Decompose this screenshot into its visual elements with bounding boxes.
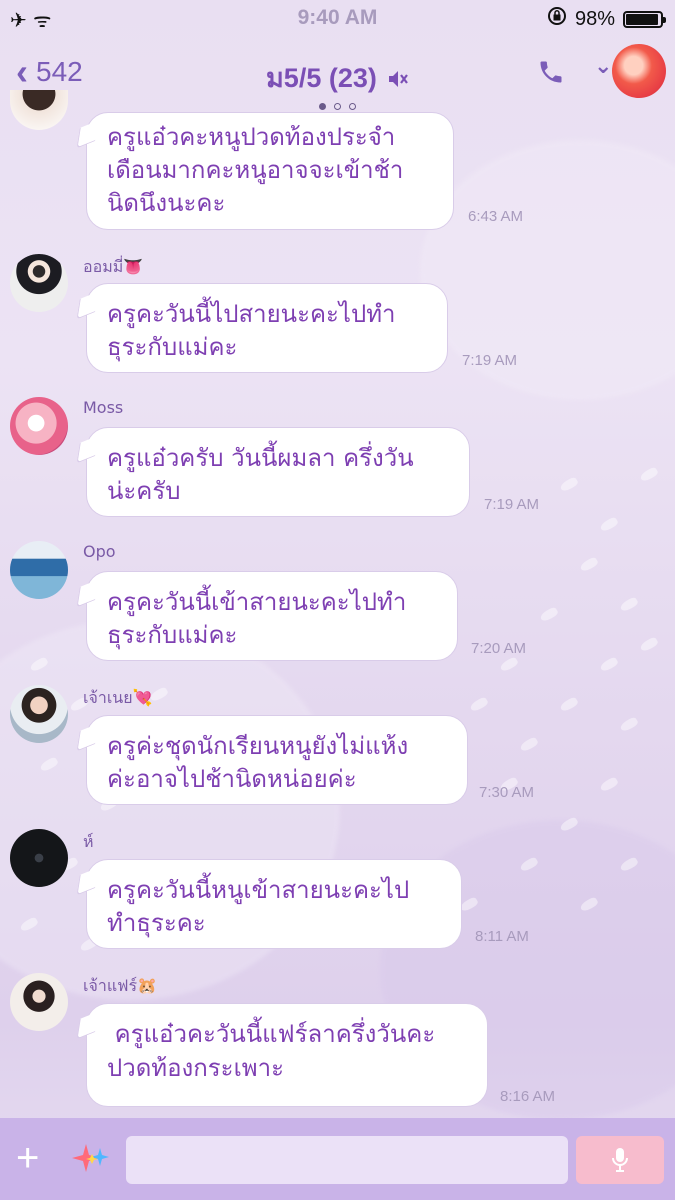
profile-avatar[interactable] — [612, 44, 666, 98]
message-bubble[interactable]: ครูคะวันนี้ไปสายนะคะไปทำ ธุระกับแม่คะ — [86, 283, 448, 373]
message-text: ครูคะวันนี้เข้าสายนะคะไปทำ ธุระกับแม่คะ — [107, 588, 407, 649]
fish-decoration — [558, 476, 580, 493]
avatar[interactable] — [10, 829, 68, 887]
battery-percent: 98% — [574, 7, 615, 30]
rotation-lock-icon — [547, 6, 567, 32]
avatar[interactable] — [10, 541, 68, 599]
message-time: 7:19 AM — [462, 352, 518, 369]
chat-title[interactable]: ม5/5 (23) — [0, 56, 675, 99]
microphone-icon — [612, 1148, 628, 1172]
fish-decoration — [618, 596, 640, 613]
sparkle-icon[interactable] — [70, 1140, 116, 1186]
message-bubble[interactable]: ครูแอ๋วคะหนูปวดท้องประจำ เดือนมากคะหนูอา… — [86, 112, 454, 230]
message-bubble[interactable]: ครูค่ะชุดนักเรียนหนูยังไม่แห้ง ค่ะอาจไปช… — [86, 715, 468, 805]
message-text: ครูแอ๋วครับ วันนี้ผมลา ครึ่งวัน น่ะครับ — [107, 444, 414, 505]
sender-name: Moss — [83, 398, 124, 417]
fish-decoration — [498, 656, 520, 673]
fish-decoration — [578, 556, 600, 573]
sender-name: ห์ — [83, 832, 94, 851]
page-dot — [334, 103, 341, 110]
phone-icon[interactable] — [537, 58, 565, 93]
fish-decoration — [618, 716, 640, 733]
mute-icon — [381, 67, 409, 92]
message-bubble[interactable]: ครูแอ๋วครับ วันนี้ผมลา ครึ่งวัน น่ะครับ — [86, 427, 470, 517]
input-bar: + — [0, 1118, 675, 1200]
avatar[interactable] — [10, 397, 68, 455]
message-time: 8:11 AM — [475, 928, 529, 945]
message-time: 7:30 AM — [479, 784, 535, 801]
fish-decoration — [538, 606, 560, 623]
message-time: 7:20 AM — [471, 640, 527, 657]
avatar[interactable] — [10, 685, 68, 743]
sender-name: Opo — [83, 542, 116, 561]
message-bubble[interactable]: ครูคะวันนี้หนูเข้าสายนะคะไป ทำธุระคะ — [86, 859, 462, 949]
chat-title-text: ม5/5 (23) — [266, 63, 377, 93]
status-bar: ✈ ᯤ 9:40 AM 98% — [0, 0, 675, 38]
message-time: 7:19 AM — [484, 496, 540, 513]
avatar[interactable] — [10, 90, 68, 130]
microphone-button[interactable] — [576, 1136, 664, 1184]
message-text-body: ครูแอ๋วคะวันนี้แฟร์ลาครึ่งวันคะ ปวดท้องก… — [107, 1020, 436, 1082]
battery-icon — [623, 10, 666, 28]
fish-decoration — [638, 466, 660, 483]
avatar[interactable] — [10, 973, 68, 1031]
chat-header: ‹ 542 ม5/5 (23) ⌄ — [0, 38, 675, 110]
sender-name: เจ้าเนย💘 — [83, 688, 153, 707]
chevron-down-icon[interactable]: ⌄ — [594, 54, 612, 79]
fish-decoration — [518, 736, 540, 753]
sender-name: ออมมี่👅 — [83, 257, 144, 276]
avatar[interactable] — [10, 254, 68, 312]
fish-decoration — [468, 696, 490, 713]
fish-decoration — [598, 776, 620, 793]
fish-decoration — [558, 696, 580, 713]
message-text: ครูแอ๋วคะหนูปวดท้องประจำ เดือนมากคะหนูอา… — [107, 123, 404, 217]
page-dot — [319, 103, 326, 110]
message-bubble[interactable]: ครูคะวันนี้เข้าสายนะคะไปทำ ธุระกับแม่คะ — [86, 571, 458, 661]
page-dot — [349, 103, 356, 110]
message-text: ครูแอ๋วคะวันนี้แฟร์ลาครึ่งวันคะ ปวดท้องก… — [107, 1018, 467, 1152]
plus-icon[interactable]: + — [16, 1138, 39, 1178]
sender-name: เจ้าแฟร์🐹 — [83, 976, 157, 995]
message-time: 8:16 AM — [500, 1088, 556, 1105]
sick-face-emoji-icon — [290, 1051, 326, 1152]
message-bubble[interactable]: ครูแอ๋วคะวันนี้แฟร์ลาครึ่งวันคะ ปวดท้องก… — [86, 1003, 488, 1152]
message-text: ครูคะวันนี้ไปสายนะคะไปทำ ธุระกับแม่คะ — [107, 300, 396, 361]
fish-decoration — [598, 656, 620, 673]
message-input[interactable] — [126, 1136, 568, 1184]
fish-decoration — [598, 516, 620, 533]
message-text: ครูค่ะชุดนักเรียนหนูยังไม่แห้ง ค่ะอาจไปช… — [107, 732, 409, 793]
message-time: 6:43 AM — [468, 208, 524, 225]
message-text: ครูคะวันนี้หนูเข้าสายนะคะไป ทำธุระคะ — [107, 876, 410, 937]
background-decoration — [420, 140, 675, 400]
fish-decoration — [638, 636, 660, 653]
